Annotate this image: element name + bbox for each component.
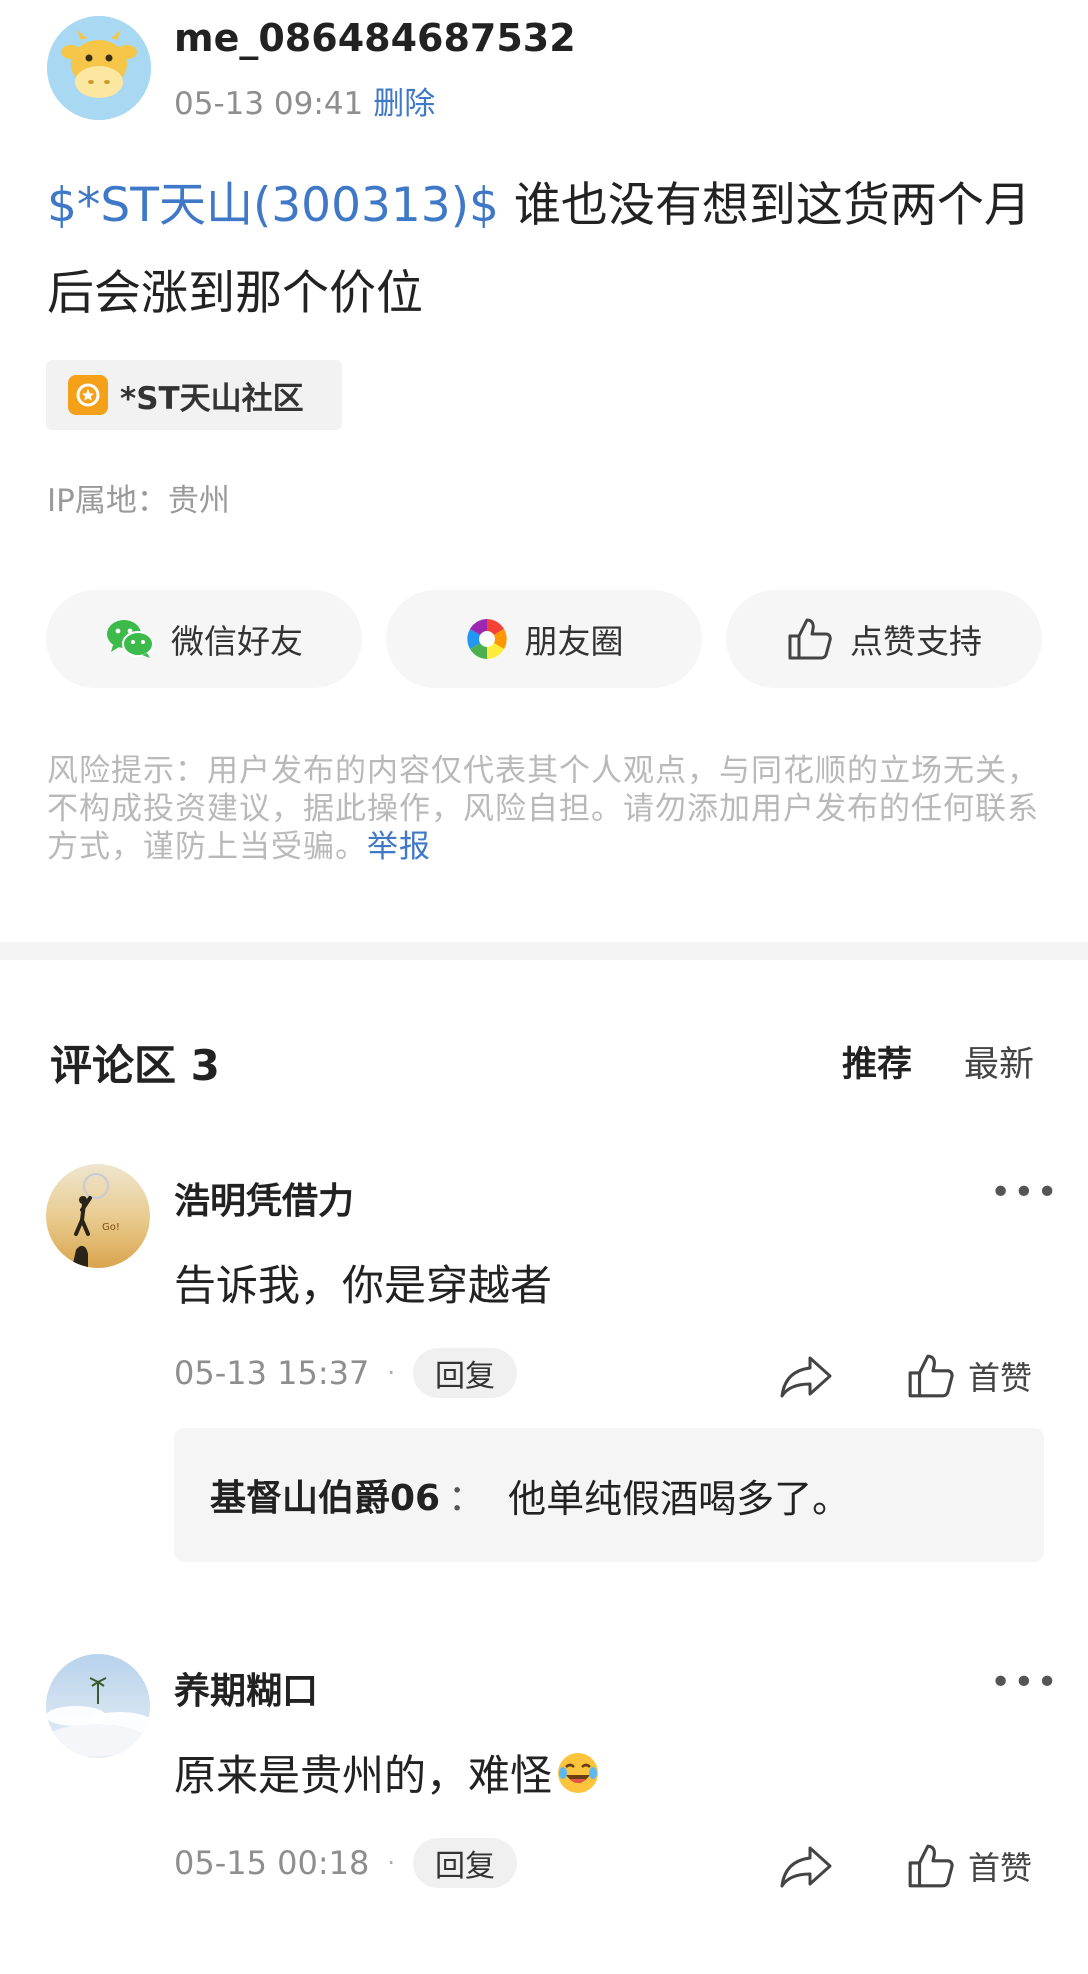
post-meta: 05-13 09:41 删除 [174, 78, 435, 123]
comment-avatar[interactable] [46, 1654, 150, 1758]
comment-share-button[interactable] [778, 1354, 834, 1404]
share-wechat-label: 微信好友 [171, 622, 303, 661]
comment-meta: 05-15 00:18 · 回复 [174, 1838, 518, 1888]
author-avatar[interactable] [47, 16, 151, 120]
comment-author[interactable]: 浩明凭借力 [174, 1172, 354, 1224]
share-moments-label: 朋友圈 [524, 622, 624, 661]
more-icon[interactable]: ••• [990, 1172, 1060, 1213]
sub-reply-author[interactable]: 基督山伯爵06 [210, 1469, 440, 1521]
comment-meta: 05-13 15:37 · 回复 [174, 1348, 518, 1398]
author-name[interactable]: me_086484687532 [174, 16, 576, 60]
thumbs-up-icon [788, 618, 832, 660]
community-label: *ST天山社区 [120, 380, 304, 417]
comment-text-row: 原来是贵州的，难怪 [174, 1742, 600, 1803]
reply-button[interactable]: 回复 [413, 1838, 518, 1888]
comment-like-button[interactable]: 首赞 [906, 1352, 1032, 1400]
like-support-label: 点赞支持 [850, 622, 982, 661]
comments-title: 评论区 3 [50, 1041, 220, 1090]
share-arrow-icon [780, 1356, 832, 1398]
post-content: $*ST天山(300313)$ 谁也没有想到这货两个月后会涨到那个价位 [47, 162, 1047, 338]
risk-notice: 风险提示：用户发布的内容仅代表其个人观点，与同花顺的立场无关，不构成投资建议，据… [47, 752, 1047, 866]
thumbs-up-icon [908, 1354, 954, 1398]
delete-link[interactable]: 删除 [373, 86, 435, 122]
comment-avatar[interactable]: Go! [46, 1164, 150, 1268]
comment-author[interactable]: 养期糊口 [174, 1662, 318, 1714]
comment-text: 原来是贵州的，难怪 [174, 1751, 553, 1800]
community-icon [68, 375, 108, 415]
section-divider [0, 942, 1088, 960]
stock-tag-link[interactable]: $*ST天山(300313)$ [47, 178, 499, 233]
cow-avatar-icon [47, 16, 151, 120]
comment-text: 告诉我，你是穿越者 [174, 1261, 553, 1310]
ip-location: IP属地：贵州 [47, 483, 230, 519]
wechat-icon [107, 620, 154, 658]
svg-text:Go!: Go! [102, 1222, 120, 1233]
share-wechat-button[interactable]: 微信好友 [46, 590, 362, 688]
comment-time: 05-13 15:37 [174, 1354, 370, 1392]
comment-time: 05-15 00:18 [174, 1844, 370, 1882]
share-moments-button[interactable]: 朋友圈 [386, 590, 702, 688]
risk-text: 风险提示：用户发布的内容仅代表其个人观点，与同花顺的立场无关，不构成投资建议，据… [47, 753, 1039, 865]
more-icon[interactable]: ••• [990, 1662, 1060, 1703]
meta-separator: · [387, 1849, 396, 1877]
like-label: 首赞 [968, 1849, 1033, 1887]
sort-recommended-tab[interactable]: 推荐 [842, 1036, 912, 1087]
like-support-button[interactable]: 点赞支持 [726, 590, 1042, 688]
comment-share-button[interactable] [778, 1844, 834, 1894]
report-link[interactable]: 举报 [367, 829, 431, 865]
sub-reply[interactable]: 基督山伯爵06 ： 他单纯假酒喝多了。 [174, 1428, 1044, 1562]
sub-reply-text: 他单纯假酒喝多了。 [508, 1476, 851, 1521]
like-label: 首赞 [968, 1359, 1033, 1397]
sort-latest-tab[interactable]: 最新 [964, 1036, 1034, 1087]
moments-icon [466, 619, 507, 659]
post-time: 05-13 09:41 [174, 86, 364, 122]
reply-button[interactable]: 回复 [413, 1348, 518, 1398]
laughing-emoji-icon [558, 1752, 599, 1793]
community-tag[interactable]: *ST天山社区 [46, 360, 342, 430]
sub-reply-colon: ： [448, 1478, 485, 1519]
comment-like-button[interactable]: 首赞 [906, 1842, 1032, 1890]
meta-separator: · [387, 1359, 396, 1387]
share-arrow-icon [780, 1846, 832, 1888]
thumbs-up-icon [908, 1844, 954, 1888]
